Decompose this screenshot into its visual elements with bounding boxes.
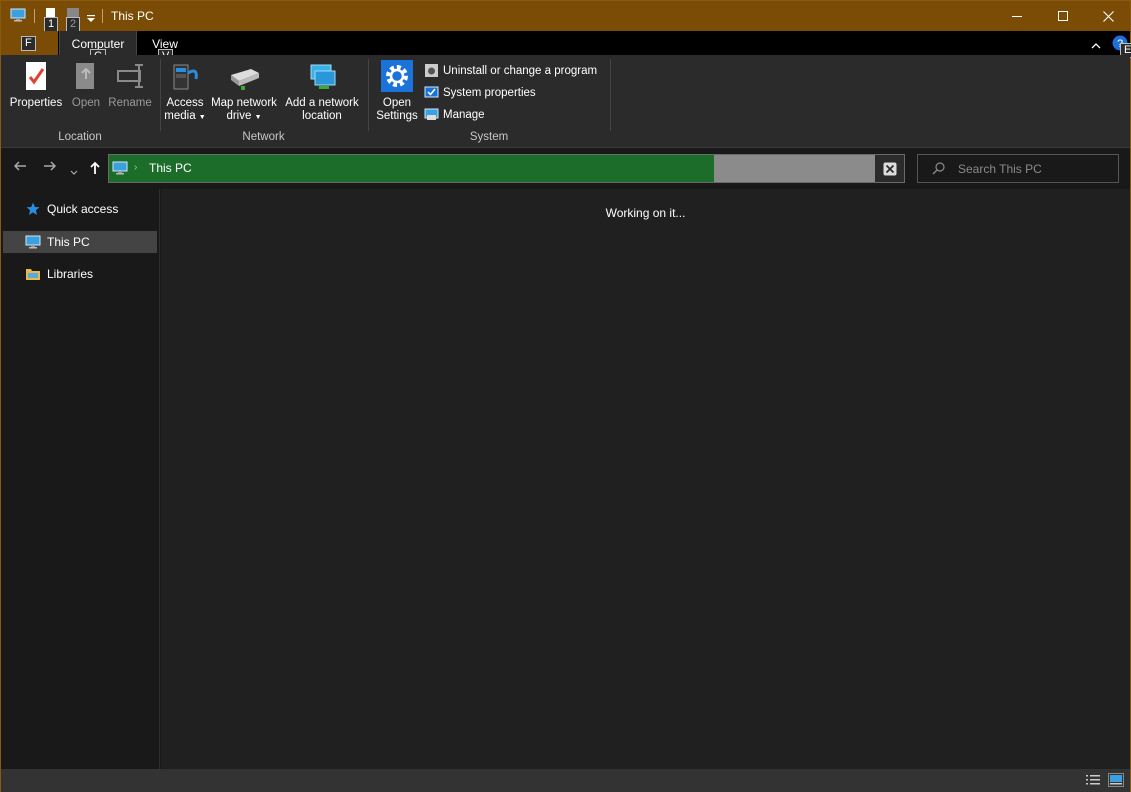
location-group-label: Location bbox=[58, 131, 102, 143]
forward-arrow-icon[interactable] bbox=[43, 159, 57, 178]
properties-icon bbox=[19, 59, 53, 93]
rename-label: Rename bbox=[108, 97, 152, 109]
recent-locations-chevron-icon[interactable] bbox=[70, 163, 78, 181]
network-group-label: Network bbox=[242, 131, 285, 143]
keytip-1: 1 bbox=[44, 17, 59, 32]
system-group-label: System bbox=[469, 131, 509, 143]
access-media-button[interactable]: Access media ▼ bbox=[163, 59, 207, 124]
keytip-2: 2 bbox=[66, 17, 81, 32]
group-separator bbox=[368, 59, 369, 131]
breadcrumb-this-pc[interactable]: This PC bbox=[149, 161, 192, 175]
window-title: This PC bbox=[111, 9, 154, 23]
details-view-icon[interactable] bbox=[1086, 774, 1100, 789]
close-button[interactable] bbox=[1085, 1, 1131, 31]
customize-qat-icon[interactable] bbox=[87, 12, 95, 26]
computer-icon bbox=[112, 161, 128, 178]
uninstall-label: Uninstall or change a program bbox=[443, 64, 598, 77]
content-area[interactable]: Working on it... bbox=[161, 189, 1130, 769]
open-settings-label-1: Open bbox=[382, 97, 412, 109]
map-drive-label-2: drive bbox=[226, 110, 252, 122]
computer-icon bbox=[25, 234, 41, 250]
maximize-button[interactable] bbox=[1040, 1, 1086, 31]
loading-status: Working on it... bbox=[605, 206, 686, 220]
dropdown-arrow-icon: ▼ bbox=[198, 114, 206, 121]
search-box[interactable]: Search This PC bbox=[917, 154, 1119, 183]
manage-icon bbox=[424, 108, 439, 120]
stop-loading-button[interactable] bbox=[875, 155, 904, 182]
navigation-pane: Quick access This PC Libraries bbox=[1, 189, 160, 769]
nav-item-label: This PC bbox=[47, 235, 90, 249]
properties-label: Properties bbox=[9, 97, 63, 109]
qat-separator bbox=[34, 9, 35, 23]
open-button[interactable]: Open bbox=[67, 59, 105, 110]
nav-item-label: Quick access bbox=[47, 202, 119, 216]
open-icon bbox=[69, 59, 103, 93]
group-separator bbox=[610, 59, 611, 131]
navigation-bar: › This PC Search This PC bbox=[1, 149, 1130, 189]
nav-item-label: Libraries bbox=[47, 267, 94, 281]
add-network-location-button[interactable]: Add a network location bbox=[283, 59, 361, 123]
properties-button[interactable]: Properties bbox=[6, 59, 66, 110]
large-icons-view-icon[interactable] bbox=[1108, 773, 1124, 787]
media-server-icon bbox=[168, 59, 202, 93]
nav-item-this-pc[interactable]: This PC bbox=[3, 231, 157, 253]
open-settings-label-2: Settings bbox=[376, 110, 418, 122]
uninstall-program-button[interactable]: Uninstall or change a program bbox=[424, 63, 597, 78]
title-separator bbox=[102, 9, 103, 23]
open-settings-button[interactable]: Open Settings bbox=[373, 59, 421, 123]
file-explorer-window: 1 2 This PC F Computer C View V bbox=[0, 0, 1131, 792]
dropdown-arrow-icon: ▼ bbox=[254, 114, 262, 121]
manage-button[interactable]: Manage bbox=[424, 107, 485, 122]
access-media-label-2: media bbox=[164, 110, 196, 122]
network-drive-icon bbox=[227, 59, 261, 93]
add-location-label-2: location bbox=[302, 110, 342, 122]
manage-label: Manage bbox=[443, 108, 485, 121]
tab-file[interactable]: F bbox=[1, 31, 58, 55]
system-properties-icon bbox=[424, 86, 439, 98]
search-icon bbox=[932, 162, 945, 178]
library-icon bbox=[25, 266, 41, 282]
close-icon bbox=[883, 162, 896, 175]
title-bar: 1 2 This PC bbox=[1, 1, 1131, 32]
up-arrow-icon[interactable] bbox=[88, 161, 102, 180]
minimize-button[interactable] bbox=[994, 1, 1040, 31]
map-drive-label-1: Map network bbox=[211, 97, 277, 109]
group-separator bbox=[160, 59, 161, 131]
status-bar bbox=[1, 769, 1130, 792]
rename-button[interactable]: Rename bbox=[107, 59, 153, 110]
map-network-drive-button[interactable]: Map network drive ▼ bbox=[208, 59, 280, 124]
address-progress-fill bbox=[109, 155, 714, 182]
rename-icon bbox=[113, 59, 147, 93]
collapse-ribbon-icon[interactable] bbox=[1091, 38, 1101, 52]
nav-item-quick-access[interactable]: Quick access bbox=[3, 198, 157, 220]
computer-icon[interactable] bbox=[10, 8, 26, 25]
breadcrumb-chevron-icon[interactable]: › bbox=[134, 162, 137, 173]
address-bar[interactable]: › This PC bbox=[108, 154, 905, 183]
ribbon-tab-row: F Computer C View V ? E bbox=[1, 31, 1131, 64]
system-properties-label: System properties bbox=[443, 86, 536, 99]
add-location-label-1: Add a network bbox=[285, 97, 359, 109]
settings-gear-icon bbox=[380, 59, 414, 93]
uninstall-icon bbox=[425, 64, 438, 77]
network-location-icon bbox=[305, 59, 339, 93]
star-icon bbox=[25, 201, 41, 217]
access-media-label-1: Access bbox=[166, 97, 204, 109]
ribbon: Properties Open Rename Location Access m… bbox=[1, 55, 1130, 148]
search-placeholder: Search This PC bbox=[958, 162, 1042, 176]
system-properties-button[interactable]: System properties bbox=[424, 85, 536, 100]
open-label: Open bbox=[71, 97, 101, 109]
nav-item-libraries[interactable]: Libraries bbox=[3, 263, 157, 285]
back-arrow-icon[interactable] bbox=[13, 159, 27, 178]
keytip-f: F bbox=[21, 36, 36, 51]
